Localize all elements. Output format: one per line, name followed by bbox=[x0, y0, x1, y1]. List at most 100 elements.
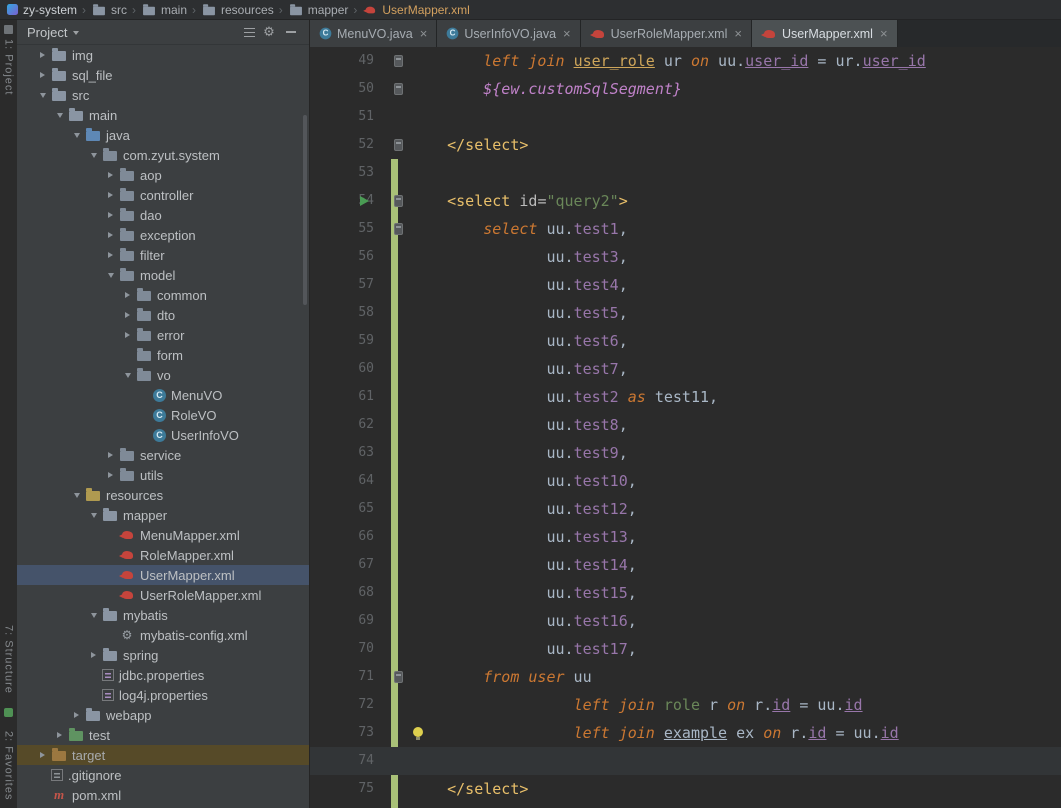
gutter-marker-icon[interactable] bbox=[394, 195, 403, 207]
tree-row[interactable]: main bbox=[17, 105, 309, 125]
code-line[interactable]: 56 uu.test3, bbox=[310, 243, 1061, 271]
tree-row[interactable]: img bbox=[17, 45, 309, 65]
breadcrumb-item[interactable]: main bbox=[141, 3, 187, 17]
chevron-right-icon[interactable] bbox=[108, 252, 119, 258]
tree-row[interactable]: C MenuVO bbox=[17, 385, 309, 405]
editor[interactable]: 49 left join user_role ur on uu.user_id … bbox=[310, 47, 1061, 808]
tree-row[interactable]: UserMapper.xml bbox=[17, 565, 309, 585]
gutter-marker-icon[interactable] bbox=[394, 139, 403, 151]
hide-panel-icon[interactable] bbox=[283, 24, 299, 40]
chevron-down-icon[interactable] bbox=[73, 31, 80, 35]
tree-row[interactable]: UserRoleMapper.xml bbox=[17, 585, 309, 605]
tree-row[interactable]: m pom.xml bbox=[17, 785, 309, 805]
chevron-right-icon[interactable] bbox=[91, 652, 102, 658]
chevron-right-icon[interactable] bbox=[125, 312, 136, 318]
breadcrumb-item[interactable]: src bbox=[91, 3, 127, 17]
tree-row[interactable]: log4j.properties bbox=[17, 685, 309, 705]
code-line[interactable]: 67 uu.test14, bbox=[310, 551, 1061, 579]
code-line[interactable]: 75 </select> bbox=[310, 775, 1061, 803]
code-line[interactable]: 64 uu.test10, bbox=[310, 467, 1061, 495]
chevron-right-icon[interactable] bbox=[108, 232, 119, 238]
tree-row[interactable]: service bbox=[17, 445, 309, 465]
tree-row[interactable]: mapper bbox=[17, 505, 309, 525]
chevron-right-icon[interactable] bbox=[108, 212, 119, 218]
breadcrumb-item[interactable]: zy-system bbox=[6, 3, 77, 17]
code-line[interactable]: 72 left join role r on r.id = uu.id bbox=[310, 691, 1061, 719]
chevron-right-icon[interactable] bbox=[108, 472, 119, 478]
close-icon[interactable] bbox=[563, 27, 571, 40]
chevron-right-icon[interactable] bbox=[57, 732, 68, 738]
close-icon[interactable] bbox=[734, 27, 742, 40]
tree-row[interactable]: mybatis bbox=[17, 605, 309, 625]
tree-row[interactable]: com.zyut.system bbox=[17, 145, 309, 165]
code-line[interactable]: 71 from user uu bbox=[310, 663, 1061, 691]
close-icon[interactable] bbox=[880, 27, 888, 40]
tree-row[interactable]: .gitignore bbox=[17, 765, 309, 785]
tool-button-structure[interactable]: 7: Structure bbox=[3, 625, 15, 694]
tree-row[interactable]: exception bbox=[17, 225, 309, 245]
breadcrumb-item[interactable]: resources bbox=[201, 3, 274, 17]
tree-row[interactable]: error bbox=[17, 325, 309, 345]
code-line[interactable]: 62 uu.test8, bbox=[310, 411, 1061, 439]
code-line[interactable]: 50 ${ew.customSqlSegment} bbox=[310, 75, 1061, 103]
code-line[interactable]: 53 bbox=[310, 159, 1061, 187]
chevron-right-icon[interactable] bbox=[40, 52, 51, 58]
chevron-right-icon[interactable] bbox=[108, 172, 119, 178]
code-line[interactable]: 57 uu.test4, bbox=[310, 271, 1061, 299]
code-line[interactable]: 61 uu.test2 as test11, bbox=[310, 383, 1061, 411]
code-line[interactable]: 63 uu.test9, bbox=[310, 439, 1061, 467]
tree-row[interactable]: vo bbox=[17, 365, 309, 385]
gutter-marker-icon[interactable] bbox=[394, 223, 403, 235]
chevron-down-icon[interactable] bbox=[108, 273, 119, 278]
chevron-down-icon[interactable] bbox=[57, 113, 68, 118]
tree-row[interactable]: common bbox=[17, 285, 309, 305]
tree-row[interactable]: java bbox=[17, 125, 309, 145]
tree-row[interactable]: dto bbox=[17, 305, 309, 325]
editor-tab[interactable]: UserRoleMapper.xml bbox=[580, 20, 752, 47]
code-line[interactable]: 70 uu.test17, bbox=[310, 635, 1061, 663]
tool-button-favorites[interactable]: 2: Favorites bbox=[3, 731, 15, 800]
chevron-down-icon[interactable] bbox=[40, 93, 51, 98]
code-line[interactable]: 74 bbox=[310, 747, 1061, 775]
chevron-down-icon[interactable] bbox=[125, 373, 136, 378]
code-line[interactable]: 68 uu.test15, bbox=[310, 579, 1061, 607]
chevron-right-icon[interactable] bbox=[125, 292, 136, 298]
gutter-marker-icon[interactable] bbox=[394, 55, 403, 67]
editor-tab[interactable]: UserMapper.xml bbox=[751, 20, 898, 47]
tree-row[interactable]: jdbc.properties bbox=[17, 665, 309, 685]
tree-row[interactable]: webapp bbox=[17, 705, 309, 725]
gutter-marker-icon[interactable] bbox=[394, 671, 403, 683]
close-icon[interactable] bbox=[420, 27, 428, 40]
tree-row[interactable]: aop bbox=[17, 165, 309, 185]
code-line[interactable]: 69 uu.test16, bbox=[310, 607, 1061, 635]
code-line[interactable]: 58 uu.test5, bbox=[310, 299, 1061, 327]
breadcrumb-item[interactable]: UserMapper.xml bbox=[362, 3, 470, 17]
chevron-right-icon[interactable] bbox=[108, 452, 119, 458]
tree-row[interactable]: spring bbox=[17, 645, 309, 665]
code-line[interactable]: 49 left join user_role ur on uu.user_id … bbox=[310, 47, 1061, 75]
tree-row[interactable]: test bbox=[17, 725, 309, 745]
tree-row[interactable]: filter bbox=[17, 245, 309, 265]
chevron-down-icon[interactable] bbox=[91, 613, 102, 618]
code-line[interactable]: 59 uu.test6, bbox=[310, 327, 1061, 355]
gutter-marker-icon[interactable] bbox=[394, 83, 403, 95]
code-line[interactable]: 65 uu.test12, bbox=[310, 495, 1061, 523]
tree-row[interactable]: form bbox=[17, 345, 309, 365]
run-icon[interactable] bbox=[360, 196, 369, 206]
editor-tab[interactable]: C UserInfoVO.java bbox=[437, 20, 581, 47]
tree-row[interactable]: ⚙ mybatis-config.xml bbox=[17, 625, 309, 645]
code-line[interactable]: 51 bbox=[310, 103, 1061, 131]
tree-row[interactable]: model bbox=[17, 265, 309, 285]
chevron-right-icon[interactable] bbox=[40, 752, 51, 758]
tree-row[interactable]: C RoleVO bbox=[17, 405, 309, 425]
tree-row[interactable]: src bbox=[17, 85, 309, 105]
code-line[interactable]: 73 left join example ex on r.id = uu.id bbox=[310, 719, 1061, 747]
tree-row[interactable]: target bbox=[17, 745, 309, 765]
breadcrumb-item[interactable]: mapper bbox=[288, 3, 348, 17]
gear-icon[interactable] bbox=[261, 24, 277, 40]
code-line[interactable]: 55 select uu.test1, bbox=[310, 215, 1061, 243]
chevron-right-icon[interactable] bbox=[125, 332, 136, 338]
project-scrollbar[interactable] bbox=[303, 115, 307, 305]
tree-row[interactable]: utils bbox=[17, 465, 309, 485]
tree-row[interactable]: resources bbox=[17, 485, 309, 505]
